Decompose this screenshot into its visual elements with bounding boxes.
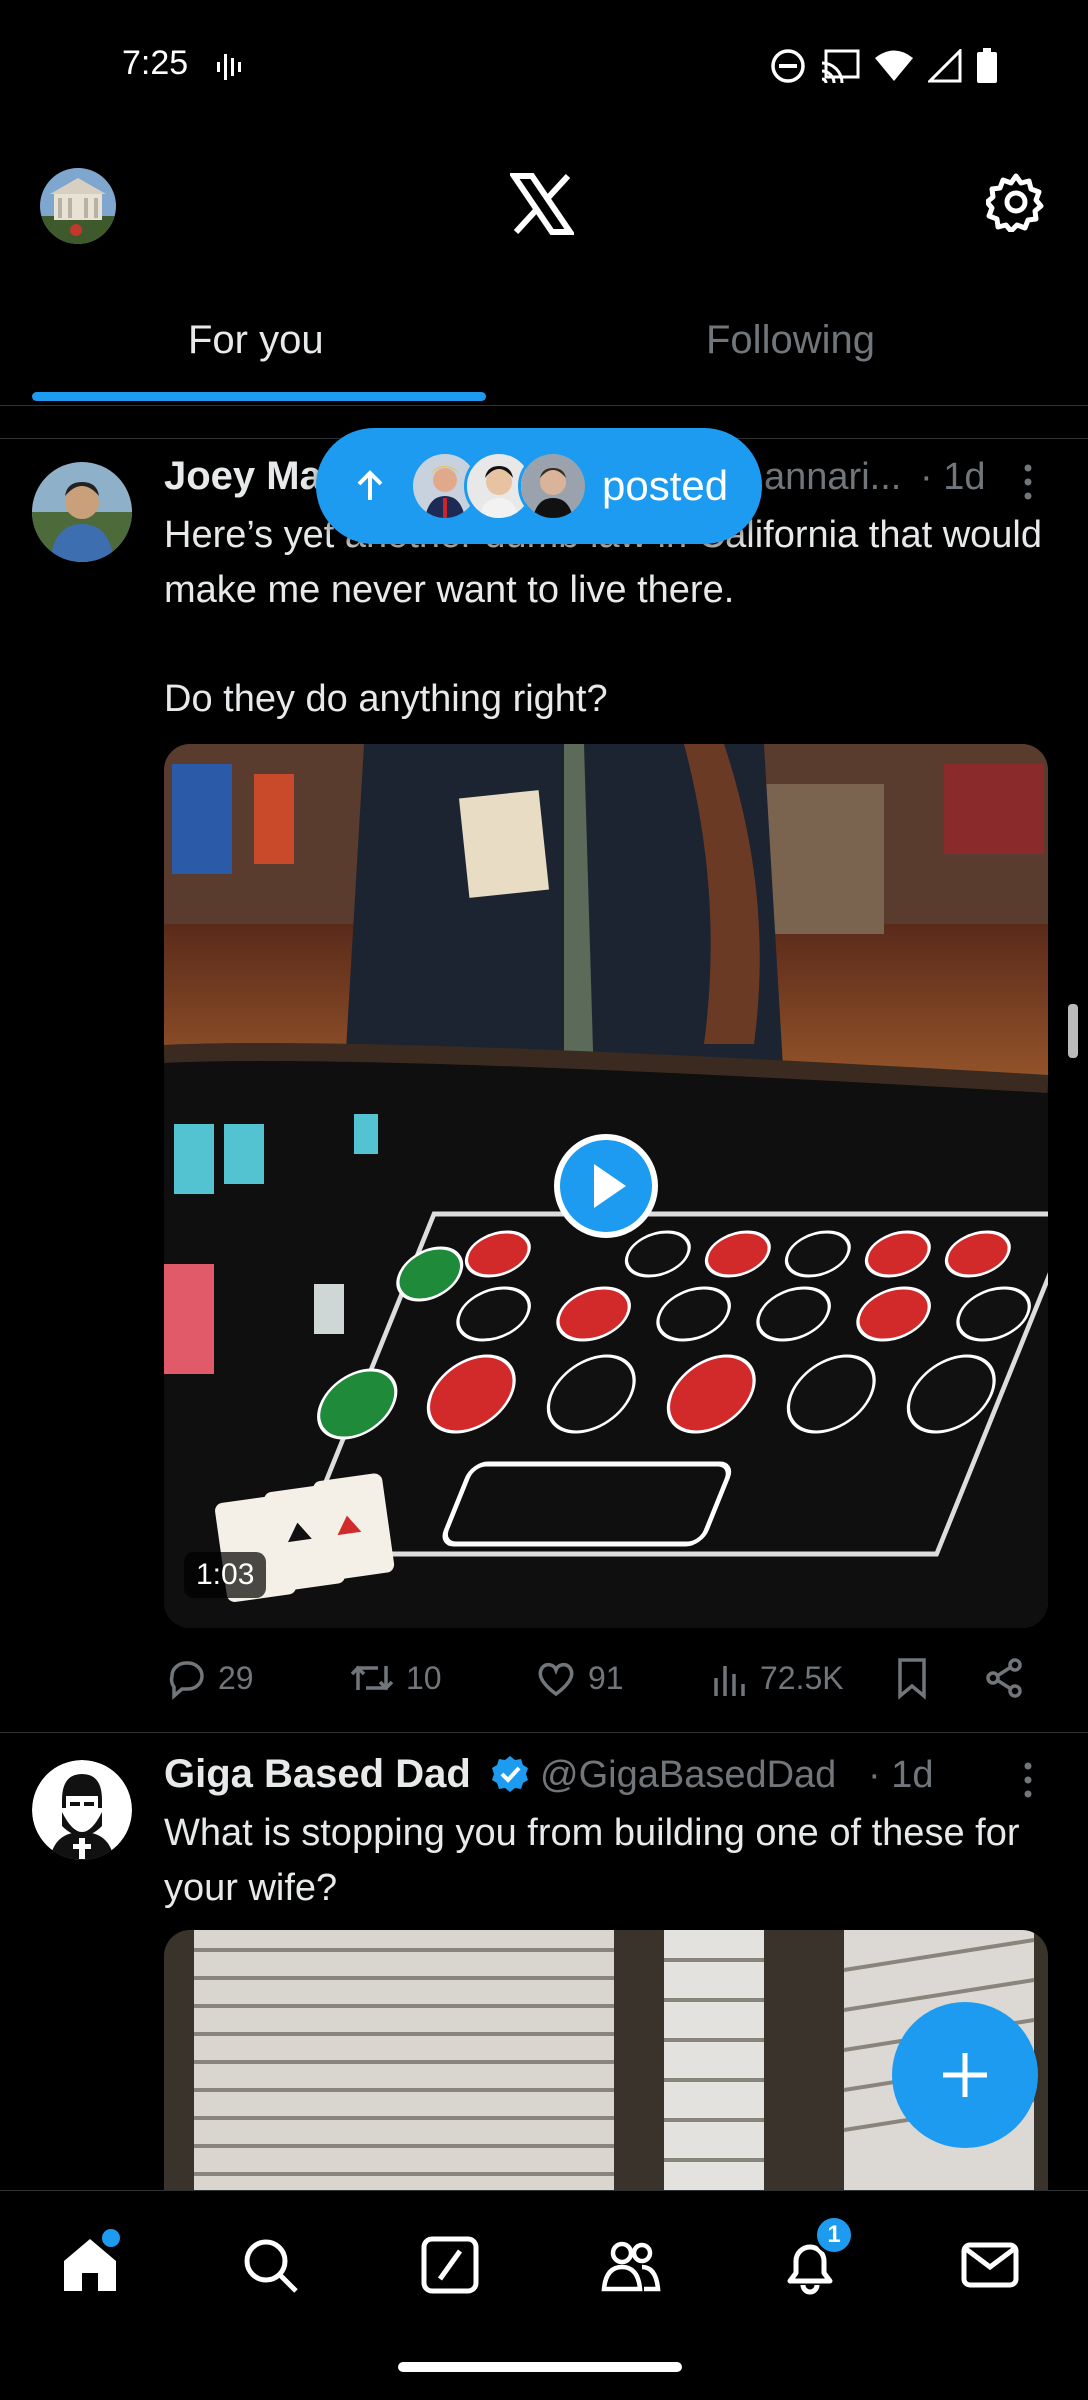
tweet-actions: 29 10 91 72.5K — [164, 1656, 1048, 1704]
reply-button[interactable]: 29 — [164, 1656, 254, 1700]
tweet-author-handle[interactable]: @GigaBasedDad — [540, 1754, 836, 1797]
tweet[interactable]: Joey Ma annari... · 1d Here’s yet anothe… — [0, 440, 1088, 1730]
signal-icon — [928, 49, 962, 83]
poster-avatars — [410, 451, 588, 521]
status-time: 7:25 — [122, 44, 189, 82]
x-logo-icon[interactable] — [510, 172, 574, 236]
avatar — [518, 451, 588, 521]
search-icon — [244, 2239, 298, 2293]
more-options-icon[interactable] — [1008, 462, 1048, 502]
pill-label: posted — [602, 462, 729, 509]
nav-messages[interactable] — [958, 2233, 1022, 2297]
scrollbar-thumb[interactable] — [1068, 1004, 1078, 1058]
like-count: 91 — [588, 1659, 624, 1696]
gear-icon[interactable] — [986, 172, 1046, 232]
verified-badge-icon — [492, 1756, 528, 1792]
divider — [0, 1732, 1088, 1733]
notifications-badge: 1 — [814, 2215, 854, 2255]
home-unread-dot — [102, 2229, 120, 2247]
repost-icon — [350, 1665, 394, 1691]
tweet-author-avatar[interactable] — [32, 462, 132, 562]
play-button[interactable] — [554, 1134, 658, 1238]
grok-icon — [421, 2236, 479, 2294]
sound-wave-icon — [217, 54, 241, 80]
heart-icon — [538, 1663, 574, 1697]
compose-post-button[interactable] — [892, 2002, 1038, 2148]
tweet-timestamp[interactable]: · 1d — [920, 456, 985, 499]
tweet-author-name[interactable]: Joey Ma — [164, 454, 322, 499]
new-posts-pill[interactable]: posted — [316, 428, 762, 544]
tweet-video[interactable]: 1:03 — [164, 744, 1048, 1628]
repost-count: 10 — [406, 1659, 442, 1696]
cast-icon — [821, 49, 860, 83]
views-button[interactable]: 72.5K — [710, 1656, 844, 1700]
more-options-icon[interactable] — [1008, 1760, 1048, 1800]
tweet-text: Do they do anything right? — [164, 678, 608, 720]
timeline-tabs: For you Following — [0, 300, 1088, 406]
nav-notifications[interactable]: 1 — [778, 2215, 854, 2297]
battery-icon — [977, 48, 997, 83]
status-icons — [770, 48, 998, 84]
play-icon — [594, 1164, 626, 1208]
view-count: 72.5K — [760, 1659, 844, 1696]
do-not-disturb-icon — [771, 49, 805, 83]
nav-search[interactable] — [238, 2233, 302, 2297]
analytics-icon — [714, 1666, 745, 1696]
tab-following[interactable]: Following — [706, 318, 875, 363]
share-icon[interactable] — [982, 1656, 1026, 1700]
status-bar: 7:25 — [0, 0, 1088, 130]
gesture-home-bar[interactable] — [398, 2362, 682, 2372]
arrow-up-icon — [357, 470, 383, 500]
mail-icon — [961, 2242, 1019, 2288]
repost-button[interactable]: 10 — [348, 1656, 442, 1700]
tweet-author-name[interactable]: Giga Based Dad — [164, 1752, 471, 1797]
reply-icon — [169, 1661, 204, 1700]
tab-for-you[interactable]: For you — [188, 318, 324, 363]
plus-icon — [943, 2053, 987, 2097]
nav-home[interactable] — [58, 2229, 122, 2297]
communities-icon — [601, 2241, 661, 2292]
active-tab-indicator — [32, 392, 486, 401]
tweet-timestamp[interactable]: · 1d — [868, 1754, 933, 1797]
profile-avatar[interactable] — [40, 168, 116, 244]
reply-count: 29 — [218, 1659, 254, 1696]
tweet-author-avatar[interactable] — [32, 1760, 132, 1860]
nav-grok[interactable] — [418, 2233, 482, 2297]
bookmark-icon[interactable] — [892, 1656, 932, 1700]
nav-communities[interactable] — [598, 2233, 662, 2297]
tweet-author-handle[interactable]: annari... — [764, 456, 901, 499]
like-button[interactable]: 91 — [534, 1656, 624, 1700]
video-duration: 1:03 — [184, 1552, 267, 1598]
wifi-icon — [875, 50, 913, 81]
tweet-text: What is stopping you from building one o… — [164, 1812, 1020, 1909]
